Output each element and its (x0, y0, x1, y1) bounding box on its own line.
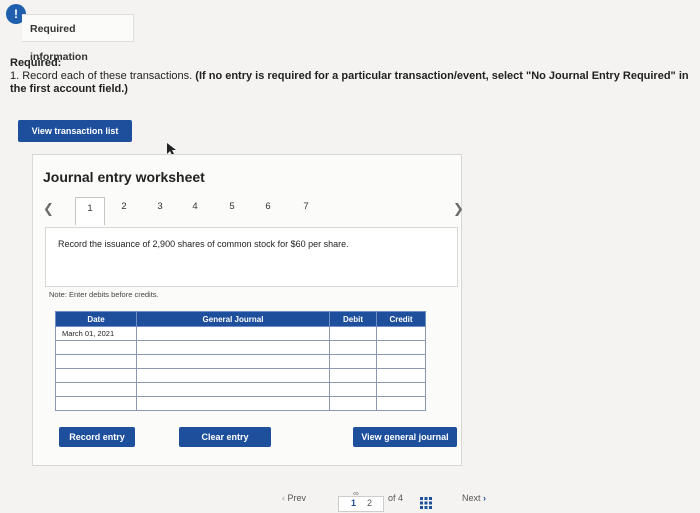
credit-input[interactable] (376, 368, 426, 383)
credit-input[interactable] (376, 396, 426, 411)
credit-input[interactable] (376, 340, 426, 355)
debit-input[interactable] (329, 368, 377, 383)
view-general-journal-button[interactable]: View general journal (353, 427, 457, 447)
next-button[interactable]: Next › (462, 493, 486, 509)
account-input[interactable] (136, 354, 330, 369)
account-input[interactable] (136, 340, 330, 355)
debit-input[interactable] (329, 340, 377, 355)
header-general-journal: General Journal (136, 311, 330, 327)
transaction-tabs: ❮ 1 2 3 4 5 6 7 ❯ (37, 197, 464, 225)
chevron-left-icon[interactable]: ❮ (43, 201, 54, 217)
grid-icon[interactable] (420, 497, 432, 513)
prev-button[interactable]: ‹ Prev (282, 493, 306, 509)
worksheet-title: Journal entry worksheet (43, 169, 205, 185)
account-input[interactable] (136, 396, 330, 411)
page-selector[interactable]: ∞ 1 2 (338, 489, 384, 512)
debit-input[interactable] (329, 382, 377, 397)
debit-input[interactable] (329, 396, 377, 411)
journal-entry-worksheet: Journal entry worksheet ❮ 1 2 3 4 5 6 7 … (32, 154, 464, 466)
date-cell (55, 340, 137, 355)
header-credit: Credit (376, 311, 426, 327)
prev-label: Prev (287, 493, 307, 503)
date-cell: March 01, 2021 (55, 326, 137, 341)
date-cell (55, 368, 137, 383)
clear-entry-button[interactable]: Clear entry (179, 427, 271, 447)
date-cell (55, 382, 137, 397)
header-date: Date (55, 311, 137, 327)
table-row (55, 368, 426, 383)
required-heading: Required: (10, 57, 62, 69)
date-cell (55, 354, 137, 369)
next-label: Next (462, 493, 481, 503)
tab-6[interactable]: 6 (261, 201, 275, 212)
journal-table: Date General Journal Debit Credit March … (55, 311, 426, 411)
tab-1[interactable]: 1 (75, 197, 105, 225)
table-row: March 01, 2021 (55, 326, 426, 341)
account-input[interactable] (136, 326, 330, 341)
credit-input[interactable] (376, 354, 426, 369)
credit-input[interactable] (376, 326, 426, 341)
page-current: 1 (351, 498, 357, 508)
record-entry-button[interactable]: Record entry (59, 427, 135, 447)
date-cell (55, 396, 137, 411)
header-debit: Debit (329, 311, 377, 327)
account-input[interactable] (136, 368, 330, 383)
debits-note: Note: Enter debits before credits. (49, 290, 159, 299)
debit-input[interactable] (329, 326, 377, 341)
instruction-text: 1. Record each of these transactions. (10, 70, 193, 82)
table-row (55, 382, 426, 397)
debit-input[interactable] (329, 354, 377, 369)
credit-input[interactable] (376, 382, 426, 397)
tab-2[interactable]: 2 (117, 201, 131, 212)
link-icon: ∞ (353, 489, 359, 498)
tab-5[interactable]: 5 (225, 201, 239, 212)
chevron-right-icon: › (483, 493, 487, 503)
table-row (55, 396, 426, 411)
required-instruction: 1. Record each of these transactions. (I… (10, 70, 690, 96)
page-count: of 4 (388, 493, 404, 503)
required-information-tab[interactable]: Required information (22, 14, 134, 63)
chevron-left-icon: ‹ (282, 493, 285, 503)
view-transaction-list-button[interactable]: View transaction list (18, 120, 132, 142)
chevron-right-icon[interactable]: ❯ (453, 201, 464, 217)
tab-4[interactable]: 4 (188, 201, 202, 212)
tab-3[interactable]: 3 (153, 201, 167, 212)
page-other: 2 (367, 498, 373, 508)
account-input[interactable] (136, 382, 330, 397)
tab-7[interactable]: 7 (299, 201, 313, 212)
transaction-description: Record the issuance of 2,900 shares of c… (45, 227, 458, 287)
table-row (55, 354, 426, 369)
table-row (55, 340, 426, 355)
